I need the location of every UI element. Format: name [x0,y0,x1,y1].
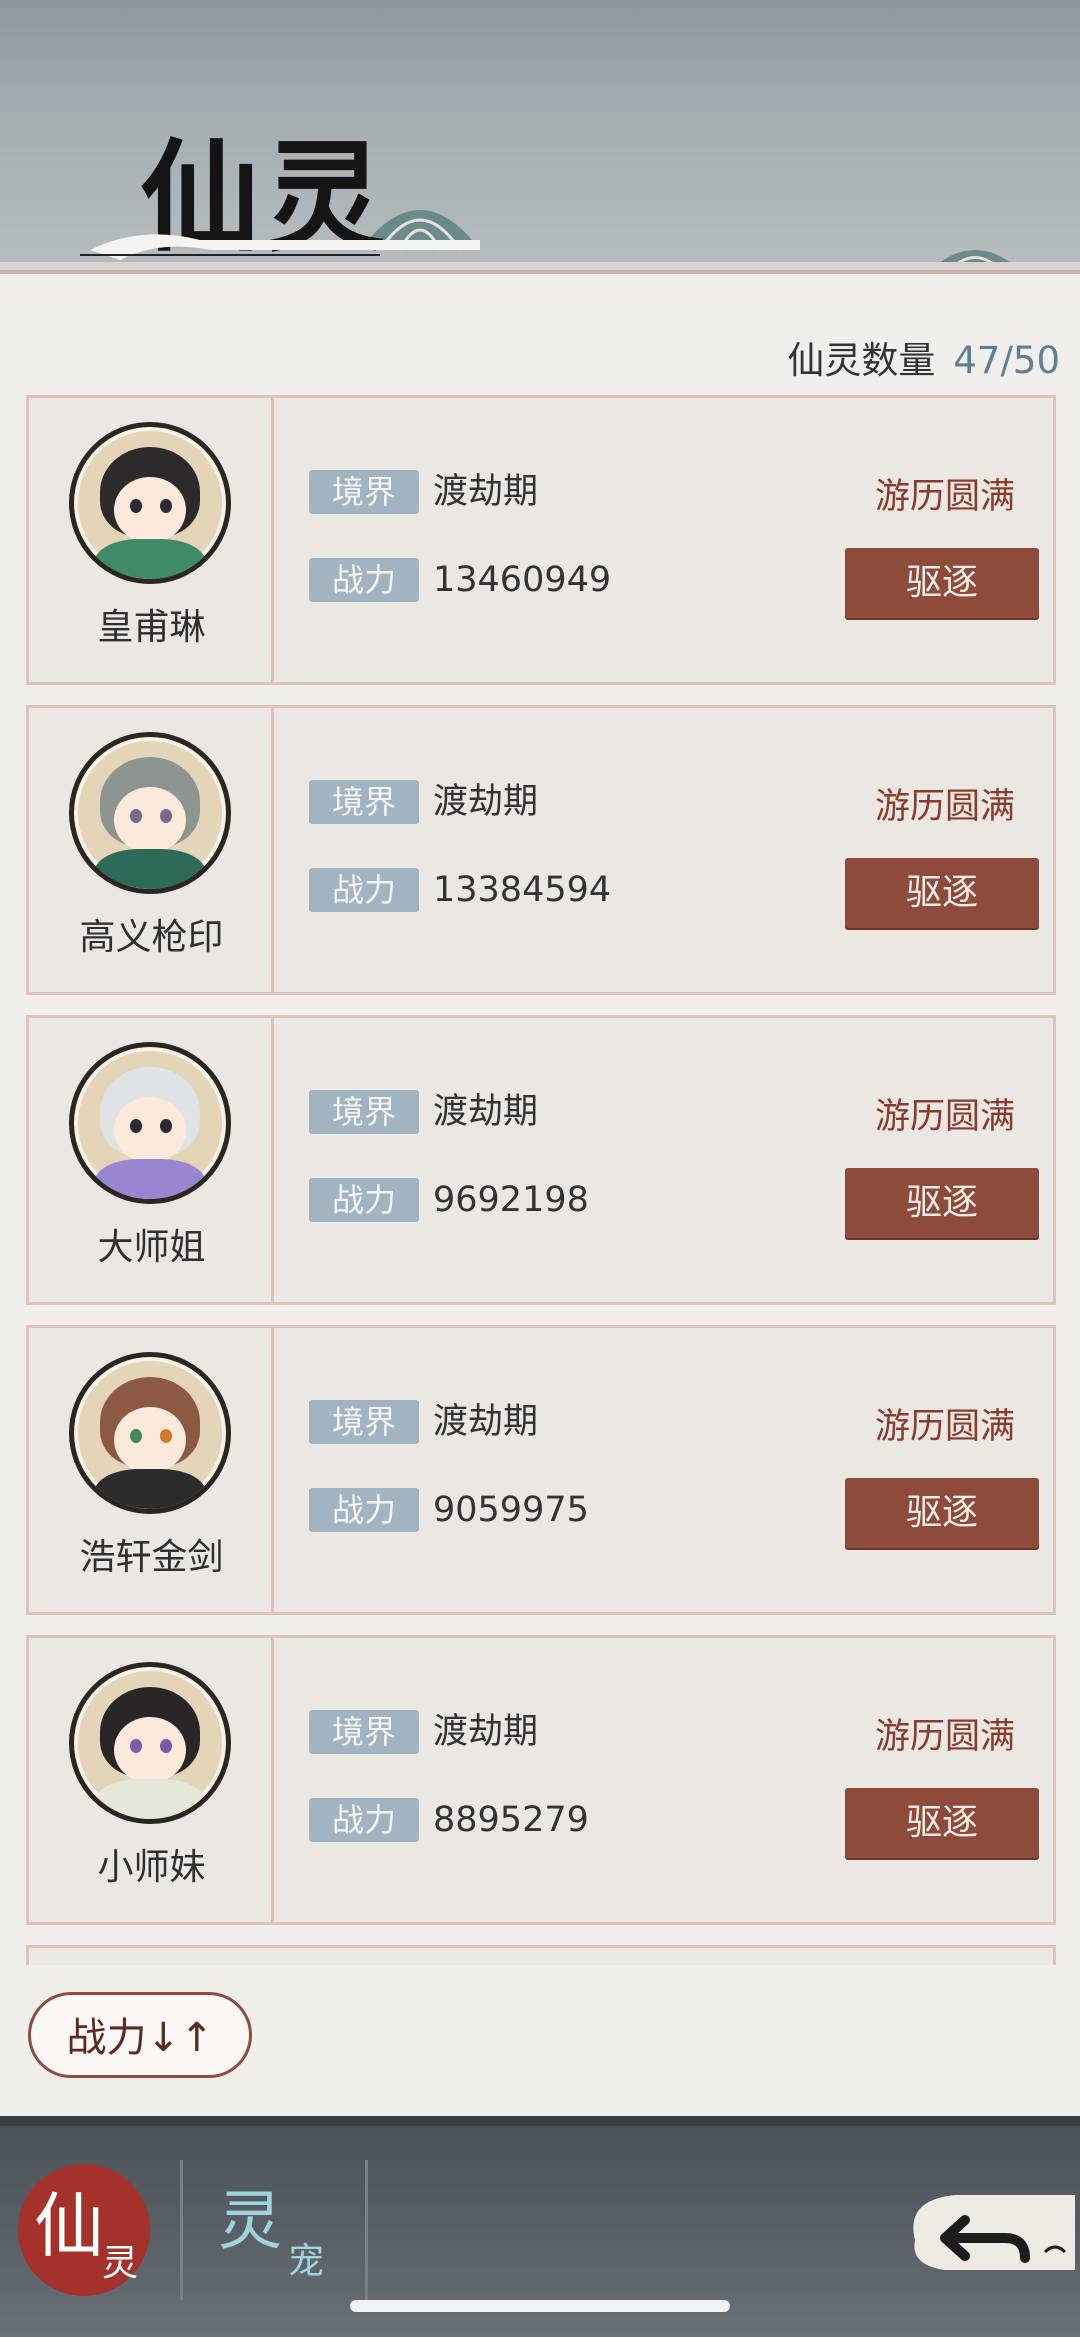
spirit-portrait-area: 高义枪印 [29,708,274,992]
travel-status: 游历圆满 [874,1717,1015,1757]
spirit-name: 大师姐 [97,1227,206,1268]
avatar [69,732,231,894]
realm-value: 渡劫期 [433,1092,539,1132]
tab-spirits-sub: 灵 [102,2243,139,2284]
spirit-card[interactable]: 高义枪印 境界 渡劫期 战力 13384594 游历圆满 驱逐 [26,705,1056,995]
tab-pets-sub: 宠 [288,2241,325,2282]
expel-button[interactable]: 驱逐 [845,858,1039,928]
spirit-name: 浩轩金剑 [79,1537,224,1578]
power-tag: 战力 [309,1178,419,1222]
spirit-card[interactable]: 浩轩金剑 境界 渡劫期 战力 9059975 游历圆满 驱逐 [26,1325,1056,1615]
realm-value: 渡劫期 [433,782,539,822]
tab-pets[interactable]: 灵 宠 [210,2164,350,2296]
expel-button[interactable]: 驱逐 [845,548,1039,618]
home-indicator [350,2300,730,2312]
realm-value: 渡劫期 [433,1402,539,1442]
power-value: 9059975 [433,1490,589,1530]
expel-button[interactable]: 驱逐 [845,1788,1039,1858]
spirit-count-label: 仙灵数量 [787,339,936,382]
power-tag: 战力 [309,558,419,602]
tab-divider [180,2160,183,2300]
avatar [69,1042,231,1204]
spirit-name: 高义枪印 [79,917,224,958]
travel-status: 游历圆满 [874,1097,1015,1137]
panel-bottom-border [0,2116,1080,2126]
power-tag: 战力 [309,868,419,912]
back-arrow-icon[interactable] [895,2160,1080,2290]
realm-tag: 境界 [309,1090,419,1134]
power-tag: 战力 [309,1488,419,1532]
realm-value: 渡劫期 [433,472,539,512]
spirit-name: 小师妹 [97,1847,206,1888]
avatar [69,1662,231,1824]
tab-pets-main: 灵 [218,2185,282,2259]
spirit-portrait-area: 皇甫琳 [29,398,274,682]
power-value: 8895279 [433,1800,589,1840]
travel-status: 游历圆满 [874,1407,1015,1447]
tab-spirits[interactable]: 仙 灵 [18,2164,150,2296]
avatar [69,1352,231,1514]
realm-tag: 境界 [309,1710,419,1754]
realm-value: 渡劫期 [433,1712,539,1752]
spirit-card[interactable]: 大师姐 境界 渡劫期 战力 9692198 游历圆满 驱逐 [26,1015,1056,1305]
realm-tag: 境界 [309,1400,419,1444]
spirit-card[interactable]: 皇甫琳 境界 渡劫期 战力 13460949 游历圆满 驱逐 [26,395,1056,685]
spirit-portrait-area: 浩轩金剑 [29,1328,274,1612]
spirit-count: 仙灵数量 47/50 [787,330,1060,384]
panel-divider [0,270,1080,274]
power-value: 13460949 [433,560,612,600]
power-value: 9692198 [433,1180,589,1220]
tab-spirits-main: 仙 [34,2185,104,2267]
sort-by-power-button[interactable]: 战力↓↑ [28,1992,252,2078]
travel-status: 游历圆满 [874,787,1015,827]
spirit-card[interactable]: 小师妹 境界 渡劫期 战力 8895279 游历圆满 驱逐 [26,1635,1056,1925]
realm-tag: 境界 [309,780,419,824]
tab-divider [365,2160,368,2300]
spirit-count-value: 47/50 [953,339,1060,382]
expel-button[interactable]: 驱逐 [845,1478,1039,1548]
spirit-portrait-area: 小师妹 [29,1638,274,1922]
power-value: 13384594 [433,870,612,910]
spirit-name: 皇甫琳 [97,607,206,648]
expel-button[interactable]: 驱逐 [845,1168,1039,1238]
avatar [69,422,231,584]
travel-status: 游历圆满 [874,477,1015,517]
spirit-card-partial [26,1945,1056,1965]
spirit-portrait-area: 大师姐 [29,1018,274,1302]
realm-tag: 境界 [309,470,419,514]
power-tag: 战力 [309,1798,419,1842]
